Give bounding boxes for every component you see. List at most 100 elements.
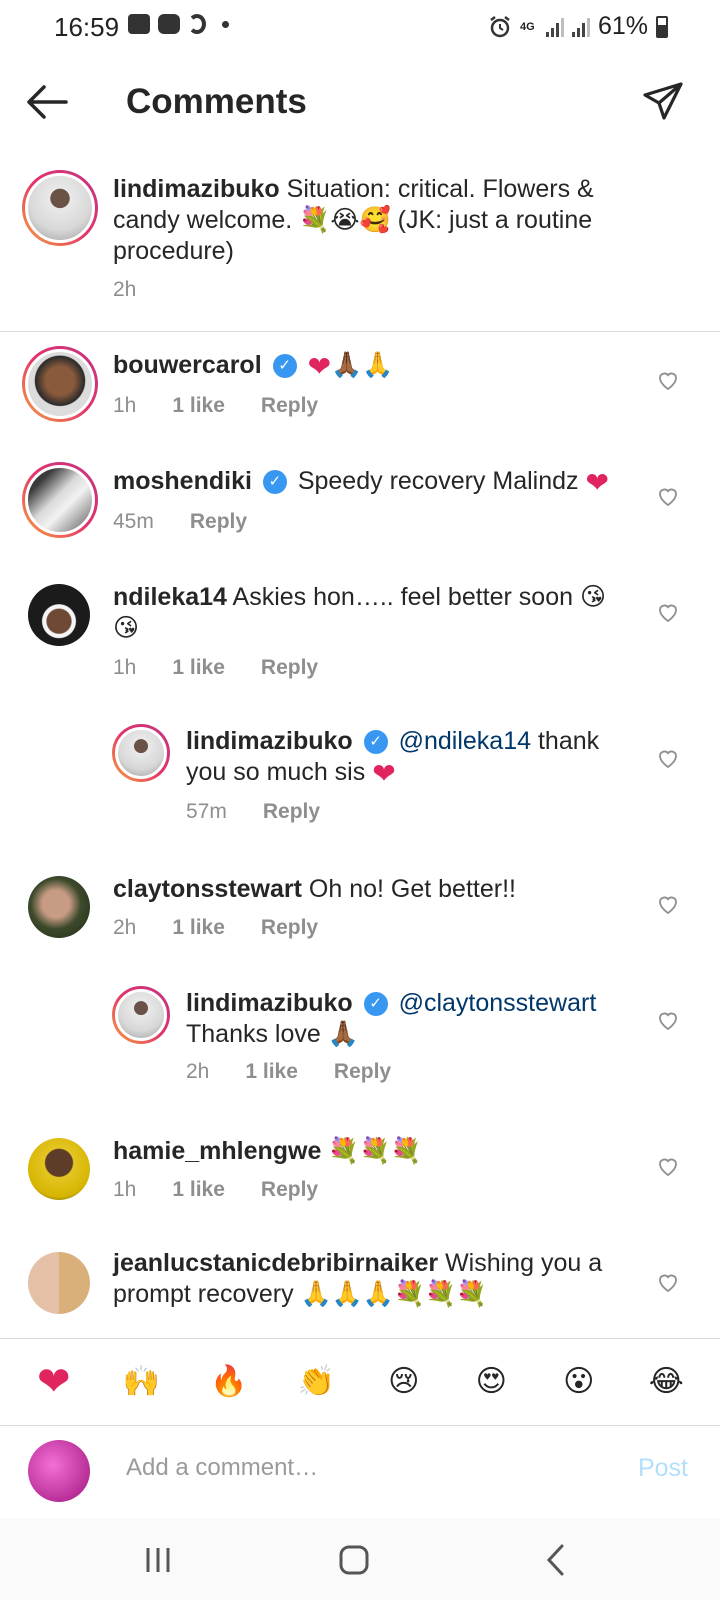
caption-time: 2h <box>113 278 137 301</box>
verified-badge-icon: ✓ <box>363 992 388 1017</box>
comment-likes[interactable]: 1 like <box>172 1178 225 1202</box>
signal-icon-2 <box>571 17 590 37</box>
surprised-face-icon[interactable]: 😮 <box>555 1358 603 1406</box>
avatar[interactable] <box>28 1138 90 1200</box>
reply-meta: 2h 1 like Reply <box>186 1060 391 1084</box>
comment-likes[interactable]: 1 like <box>172 916 225 940</box>
network-type: 4G <box>519 20 535 33</box>
like-heart-icon[interactable] <box>656 484 680 508</box>
crying-face-icon[interactable]: 😢 <box>380 1358 428 1406</box>
comment-likes[interactable]: 1 like <box>172 394 225 418</box>
comment-text: hamie_mhlengwe 💐💐💐 <box>113 1136 633 1167</box>
battery-icon <box>656 15 668 38</box>
moon-icon <box>188 14 206 34</box>
verified-badge-icon: ✓ <box>363 730 388 755</box>
heart-eyes-face-icon[interactable]: 😍 <box>467 1358 515 1406</box>
status-right: 4G 61% <box>488 12 668 41</box>
reply-likes[interactable]: 1 like <box>245 1060 298 1084</box>
comment-username[interactable]: claytonsstewart <box>113 875 302 903</box>
battery-level: 61% <box>597 12 648 40</box>
comment-username[interactable]: bouwercarol <box>113 351 262 379</box>
paper-plane-icon[interactable] <box>642 80 684 122</box>
reply-button[interactable]: Reply <box>334 1060 391 1084</box>
heart-emoji: ❤ <box>585 466 609 498</box>
signal-icon-1 <box>545 17 564 37</box>
clapping-hands-icon[interactable]: 👏 <box>292 1358 340 1406</box>
reply-button[interactable]: Reply <box>261 1178 318 1202</box>
avatar[interactable] <box>22 346 98 422</box>
reply-item: lindimazibuko ✓ @ndileka14 thank you so … <box>0 724 720 854</box>
status-bar: 16:59 4G 61% <box>0 0 720 56</box>
comment-item: bouwercarol ✓ ❤🙏🏾🙏 1h 1 like Reply <box>0 346 720 458</box>
mention-link[interactable]: @claytonsstewart <box>399 989 597 1017</box>
comment-input[interactable]: Add a comment… <box>126 1454 318 1482</box>
like-heart-icon[interactable] <box>656 746 680 770</box>
comment-username[interactable]: hamie_mhlengwe <box>113 1137 321 1165</box>
avatar[interactable] <box>28 876 90 938</box>
comment-item: moshendiki ✓ Speedy recovery Malindz ❤ 4… <box>0 462 720 574</box>
avatar[interactable] <box>28 584 90 646</box>
like-heart-icon[interactable] <box>656 892 680 916</box>
comment-username[interactable]: moshendiki <box>113 467 252 495</box>
comment-time: 1h <box>113 656 137 679</box>
recent-apps-icon[interactable] <box>138 1540 178 1580</box>
avatar[interactable] <box>22 170 98 246</box>
comment-text: bouwercarol ✓ ❤🙏🏾🙏 <box>113 350 633 382</box>
praying-hands-emoji: 🙏🏾🙏 <box>331 351 394 379</box>
avatar[interactable] <box>112 986 170 1044</box>
reply-button[interactable]: Reply <box>261 394 318 418</box>
comment-item: claytonsstewart Oh no! Get better!! 2h 1… <box>0 870 720 970</box>
reply-time: 2h <box>186 1060 210 1083</box>
like-heart-icon[interactable] <box>656 1154 680 1178</box>
more-notifications-dot <box>222 20 229 28</box>
comment-username[interactable]: ndileka14 <box>113 583 227 611</box>
like-heart-icon[interactable] <box>656 1008 680 1032</box>
reply-button[interactable]: Reply <box>190 510 247 534</box>
comment-username[interactable]: jeanlucstanicdebribirnaiker <box>113 1249 438 1277</box>
reply-username[interactable]: lindimazibuko <box>186 989 353 1017</box>
home-icon[interactable] <box>334 1540 374 1580</box>
comment-text: ndileka14 Askies hon….. feel better soon… <box>113 582 633 644</box>
caption-username[interactable]: lindimazibuko <box>113 175 280 203</box>
raising-hands-icon[interactable]: 🙌 <box>117 1358 165 1406</box>
avatar[interactable] <box>112 724 170 782</box>
comments-header: Comments <box>0 56 720 148</box>
reply-button[interactable]: Reply <box>261 916 318 940</box>
reply-body: Thanks love <box>186 1020 321 1048</box>
back-arrow-icon[interactable] <box>26 82 68 122</box>
comment-text: claytonsstewart Oh no! Get better!! <box>113 874 633 905</box>
fire-icon[interactable]: 🔥 <box>205 1358 253 1406</box>
post-button[interactable]: Post <box>638 1454 688 1483</box>
comment-likes[interactable]: 1 like <box>172 656 225 680</box>
comment-time: 45m <box>113 510 154 533</box>
tears-of-joy-face-icon[interactable]: 😂 <box>642 1358 690 1406</box>
back-nav-icon[interactable] <box>536 1540 576 1580</box>
alarm-icon <box>490 15 510 37</box>
verified-badge-icon: ✓ <box>272 354 297 379</box>
praying-bouquet-emoji: 🙏🙏🙏💐💐💐 <box>300 1280 488 1308</box>
like-heart-icon[interactable] <box>656 1270 680 1294</box>
heart-emoji: ❤ <box>307 350 332 382</box>
reply-text: lindimazibuko ✓ @ndileka14 thank you so … <box>186 726 626 789</box>
comment-time: 1h <box>113 1178 137 1201</box>
reply-username[interactable]: lindimazibuko <box>186 727 353 755</box>
comment-body: Oh no! Get better!! <box>308 875 516 903</box>
red-heart-icon[interactable]: ❤ <box>30 1358 78 1406</box>
page-title: Comments <box>126 82 307 121</box>
like-heart-icon[interactable] <box>656 368 680 392</box>
reply-button[interactable]: Reply <box>263 800 320 824</box>
youtube-icon <box>158 14 180 34</box>
avatar[interactable] <box>22 462 98 538</box>
reply-button[interactable]: Reply <box>261 656 318 680</box>
praying-hands-emoji: 🙏🏾 <box>327 1020 359 1048</box>
avatar[interactable] <box>28 1252 90 1314</box>
comment-item: ndileka14 Askies hon….. feel better soon… <box>0 578 720 708</box>
comment-meta: 2h 1 like Reply <box>113 916 318 940</box>
bouquet-emoji: 💐💐💐 <box>328 1137 422 1165</box>
comment-text: jeanlucstanicdebribirnaiker Wishing you … <box>113 1248 633 1310</box>
comment-composer: Add a comment… Post <box>0 1426 720 1518</box>
comment-meta: 1h 1 like Reply <box>113 394 318 418</box>
caption-text: lindimazibuko Situation: critical. Flowe… <box>113 174 633 267</box>
mention-link[interactable]: @ndileka14 <box>399 727 531 755</box>
like-heart-icon[interactable] <box>656 600 680 624</box>
